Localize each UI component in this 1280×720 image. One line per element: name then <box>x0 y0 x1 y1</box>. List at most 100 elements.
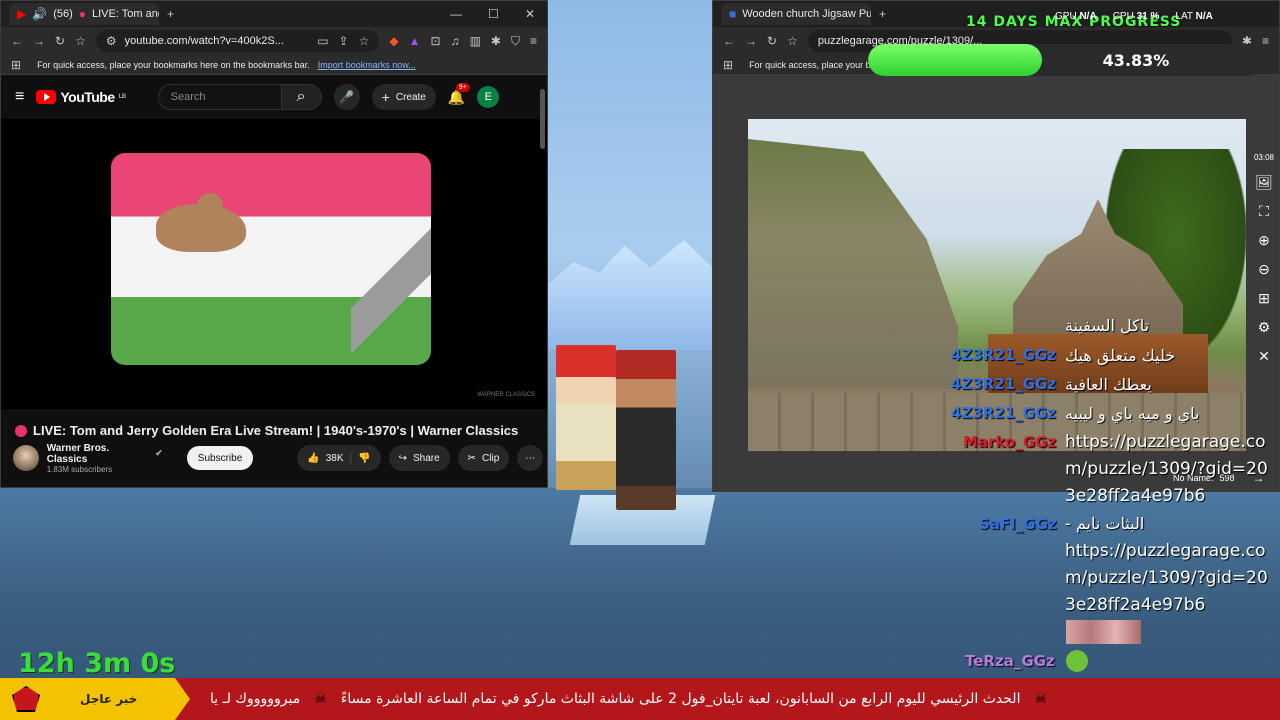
preview-image-icon[interactable]: 🖼 <box>1255 174 1273 191</box>
star-icon[interactable]: ☆ <box>359 35 370 47</box>
chat-username: TeRza_GGz <box>965 652 1055 670</box>
zoom-out-icon[interactable]: ⊖ <box>1258 261 1270 278</box>
bookmark-icon[interactable]: ☆ <box>75 35 86 47</box>
extensions-icon[interactable]: ✱ <box>491 35 501 47</box>
chat-emote-image <box>1066 620 1141 644</box>
address-bar[interactable]: ⚙ youtube.com/watch?v=400k2S... ▭ ⇪ ☆ <box>95 30 380 52</box>
thumbs-down-icon[interactable]: 👎 <box>358 453 370 464</box>
fullscreen-icon[interactable]: ⛶ <box>1259 203 1269 220</box>
chat-username: 4Z3R21_GGz <box>951 404 1057 422</box>
menu-icon[interactable]: ≡ <box>530 35 537 47</box>
vpn-icon[interactable]: ⛉ <box>511 35 520 47</box>
tab-title: LIVE: Tom and Jerry G <box>92 8 159 20</box>
rewards-icon[interactable]: ▲ <box>409 35 421 47</box>
maximize-icon[interactable]: ☐ <box>488 7 499 21</box>
brave-shield-icon[interactable]: ◆ <box>389 35 398 47</box>
reload-icon[interactable]: ↻ <box>55 35 65 47</box>
pz-bookmark-icon[interactable]: ☆ <box>787 35 798 47</box>
youtube-logo[interactable]: YouTube LB <box>36 89 126 105</box>
voice-search-icon[interactable]: 🎤 <box>333 84 360 110</box>
like-button[interactable]: 👍 38K | 👎 <box>297 445 381 471</box>
window-controls: — ☐ ✕ <box>450 7 547 21</box>
minimize-icon[interactable]: — <box>450 7 462 21</box>
create-button[interactable]: + Create <box>371 84 436 110</box>
pz-new-tab-icon[interactable]: + <box>879 8 886 20</box>
puzzle-cliff <box>748 139 958 389</box>
close-window-icon[interactable]: ✕ <box>525 7 535 21</box>
search-button[interactable]: ⌕ <box>281 84 322 110</box>
grid-icon[interactable]: ⊞ <box>1258 290 1270 307</box>
sidebar-icon[interactable]: ▥ <box>470 35 481 47</box>
speaker-icon[interactable]: 🔊 <box>32 8 47 20</box>
warner-watermark: WARNER CLASSICS <box>477 392 535 399</box>
system-stats: GPU N/A CPU 31 % LAT N/A <box>1055 11 1213 22</box>
skull-icon: ☠ <box>1034 691 1048 707</box>
youtube-browser-window: ▶ 🔊 (56) ● LIVE: Tom and Jerry G ✕ + — ☐… <box>0 0 548 488</box>
hamburger-menu-icon[interactable]: ≡ <box>15 89 24 105</box>
close-puzzle-icon[interactable]: ✕ <box>1258 348 1270 365</box>
cpu-value: 31 % <box>1136 11 1160 22</box>
share-button[interactable]: ↪ Share <box>388 445 450 471</box>
create-label: Create <box>395 91 426 103</box>
site-info-icon[interactable]: ⚙ <box>106 35 117 47</box>
gpu-value: N/A <box>1079 11 1097 22</box>
subscriber-count: 1.83M subscribers <box>46 464 113 474</box>
more-actions-button[interactable]: ⋯ <box>517 445 543 471</box>
account-avatar[interactable]: E <box>477 86 500 108</box>
chat-username: 4Z3R21_GGz <box>951 375 1057 393</box>
plus-icon: + <box>381 89 390 105</box>
video-title: LIVE: Tom and Jerry Golden Era Live Stre… <box>15 423 518 438</box>
chat-message: يعطك العافية <box>1065 375 1152 394</box>
back-icon[interactable]: ← <box>11 35 23 47</box>
apps-grid-icon[interactable]: ⊞ <box>11 59 21 71</box>
music-icon[interactable]: ♫ <box>451 35 460 47</box>
like-count: 38K <box>325 452 344 464</box>
import-bookmarks-link[interactable]: Import bookmarks now... <box>318 60 416 70</box>
settings-gear-icon[interactable]: ⚙ <box>1258 319 1271 336</box>
skull-icon: ☠ <box>314 691 327 707</box>
chat-username: SaFI_GGz <box>979 515 1057 533</box>
forward-icon[interactable]: → <box>33 35 45 47</box>
search-input[interactable]: Search <box>157 84 282 110</box>
notification-count-badge: 9+ <box>455 82 470 92</box>
subscribe-button[interactable]: Subscribe <box>186 446 254 470</box>
tab-puzzle[interactable]: ■ Wooden church Jigsaw Puzzle ( ✕ <box>721 3 871 25</box>
channel-row: Warner Bros. Classics ✔ 1.83M subscriber… <box>13 443 543 474</box>
notifications-bell-icon[interactable]: 🔔 9+ <box>448 82 470 106</box>
pz-apps-grid-icon[interactable]: ⊞ <box>723 59 733 71</box>
breaking-news-text: خبر عاجل <box>80 692 138 706</box>
chat-link-message[interactable]: https://puzzlegarage.com/puzzle/1309/?gi… <box>1065 429 1275 510</box>
channel-name[interactable]: Warner Bros. Classics <box>47 443 152 465</box>
youtube-header: ≡ YouTube LB Search ⌕ 🎤 + Create 🔔 9+ E <box>1 75 547 119</box>
progress-text: 43.83% <box>1102 50 1170 70</box>
video-player[interactable]: WARNER CLASSICS <box>1 119 547 409</box>
pz-forward-icon[interactable]: → <box>745 35 757 47</box>
chat-emote-icon <box>1066 650 1088 672</box>
youtube-play-icon <box>36 90 57 104</box>
stream-timer: 12h 3m 0s <box>18 648 176 679</box>
cast-icon[interactable]: ▭ <box>317 35 328 47</box>
chat-link-message[interactable]: https://puzzlegarage.com/puzzle/1309/?gi… <box>1065 538 1275 619</box>
scissors-icon: ✂ <box>467 452 477 464</box>
chat-username: Marko_GGz <box>963 433 1057 451</box>
pz-reload-icon[interactable]: ↻ <box>767 35 777 47</box>
youtube-logo-text: YouTube <box>60 89 115 105</box>
pz-tab-title: Wooden church Jigsaw Puzzle ( <box>742 8 871 20</box>
tab-search-icon[interactable]: ⊡ <box>431 35 441 47</box>
new-tab-icon[interactable]: + <box>167 8 174 20</box>
channel-avatar[interactable] <box>13 445 39 471</box>
chat-message: تاكل السفينة <box>1065 316 1150 335</box>
tab-youtube[interactable]: ▶ 🔊 (56) ● LIVE: Tom and Jerry G ✕ <box>9 3 159 25</box>
pz-back-icon[interactable]: ← <box>723 35 735 47</box>
game-character-right <box>616 350 676 510</box>
gpu-label: GPU <box>1055 11 1077 22</box>
clip-button[interactable]: ✂ Clip <box>457 445 510 471</box>
zoom-in-icon[interactable]: ⊕ <box>1258 232 1270 249</box>
tab-strip: ▶ 🔊 (56) ● LIVE: Tom and Jerry G ✕ + — ☐… <box>1 1 547 27</box>
page-scrollbar[interactable] <box>540 89 545 149</box>
share-page-icon[interactable]: ⇪ <box>339 35 349 47</box>
channel-info: Warner Bros. Classics ✔ 1.83M subscriber… <box>47 443 163 474</box>
cpu-label: CPU <box>1112 11 1134 22</box>
puzzle-board[interactable] <box>748 119 1246 451</box>
progress-bar: 43.83% <box>868 44 1264 76</box>
